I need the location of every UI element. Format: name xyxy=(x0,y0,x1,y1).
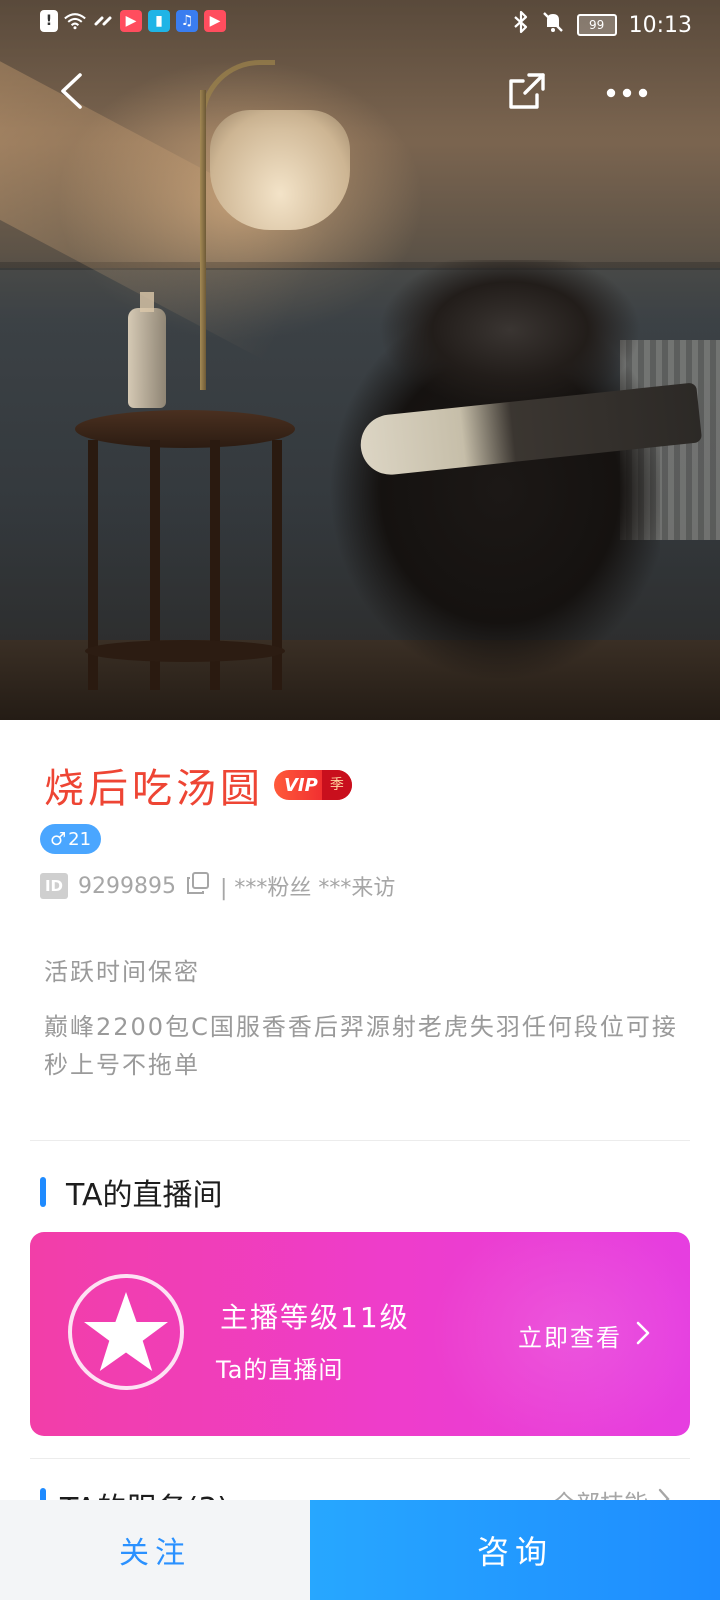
share-button[interactable] xyxy=(500,66,554,120)
male-icon: ♂ xyxy=(50,828,67,850)
view-now-button[interactable]: 立即查看 xyxy=(518,1318,650,1353)
link-icon xyxy=(92,10,114,32)
chevron-left-icon xyxy=(58,72,84,114)
id-row: ID 9299895 | ***粉丝 ***来访 xyxy=(40,870,395,902)
copy-icon xyxy=(186,872,210,901)
active-time: 活跃时间保密 xyxy=(44,958,200,986)
view-now-label: 立即查看 xyxy=(518,1324,622,1352)
divider xyxy=(30,1458,690,1459)
section-accent-bar xyxy=(40,1177,46,1207)
user-name: 烧后吃汤圆 xyxy=(44,766,264,812)
bluetooth-icon xyxy=(513,10,529,40)
live-room-subtitle: Ta的直播间 xyxy=(216,1356,344,1384)
alert-icon: ! xyxy=(40,10,58,32)
live-section-title: TA的直播间 xyxy=(66,1178,223,1213)
vip-season-label: 季 xyxy=(321,770,352,800)
user-id: 9299895 xyxy=(78,873,176,899)
anchor-level: 主播等级11级 xyxy=(220,1301,410,1334)
live-section-header: TA的直播间 xyxy=(40,1170,223,1214)
wifi-icon xyxy=(64,10,86,32)
status-right-icons: 99 10:13 xyxy=(513,10,692,40)
id-tag: ID xyxy=(40,873,68,899)
status-bar: ! ▶ ▮ ♫ ▶ 99 10:13 xyxy=(0,0,720,48)
divider xyxy=(30,1140,690,1141)
more-button[interactable] xyxy=(600,66,654,120)
more-icon xyxy=(605,84,649,103)
status-left-icons: ! ▶ ▮ ♫ ▶ xyxy=(40,10,226,32)
gender-age-badge: ♂ 21 xyxy=(40,824,102,854)
vip-label: VIP xyxy=(284,774,318,796)
book-app-icon: ▮ xyxy=(148,10,170,32)
back-button[interactable] xyxy=(44,66,98,120)
bottom-action-bar: 关注 咨询 xyxy=(0,1500,720,1600)
age-value: 21 xyxy=(68,828,92,850)
copy-button[interactable] xyxy=(186,871,210,901)
follow-button[interactable]: 关注 xyxy=(0,1500,310,1600)
name-row: 烧后吃汤圆 VIP 季 xyxy=(44,756,352,814)
status-time: 10:13 xyxy=(628,12,692,38)
battery-icon: 99 xyxy=(576,14,617,36)
mute-icon xyxy=(541,10,565,40)
consult-button[interactable]: 咨询 xyxy=(310,1500,720,1600)
star-icon xyxy=(68,1274,184,1390)
music-app-icon: ♫ xyxy=(176,10,198,32)
chevron-right-icon xyxy=(636,1321,650,1351)
user-bio: 巅峰2200包C国服香香后羿源射老虎失羽任何段位可接秒上号不拖单 xyxy=(44,1013,678,1079)
fans-visits-text: | ***粉丝 ***来访 xyxy=(219,876,396,901)
video-app-icon: ▶ xyxy=(120,10,142,32)
share-icon xyxy=(507,71,547,115)
vip-badge[interactable]: VIP 季 xyxy=(274,770,352,800)
video-app-icon: ▶ xyxy=(204,10,226,32)
live-room-card[interactable]: 主播等级11级 Ta的直播间 立即查看 xyxy=(30,1232,690,1436)
